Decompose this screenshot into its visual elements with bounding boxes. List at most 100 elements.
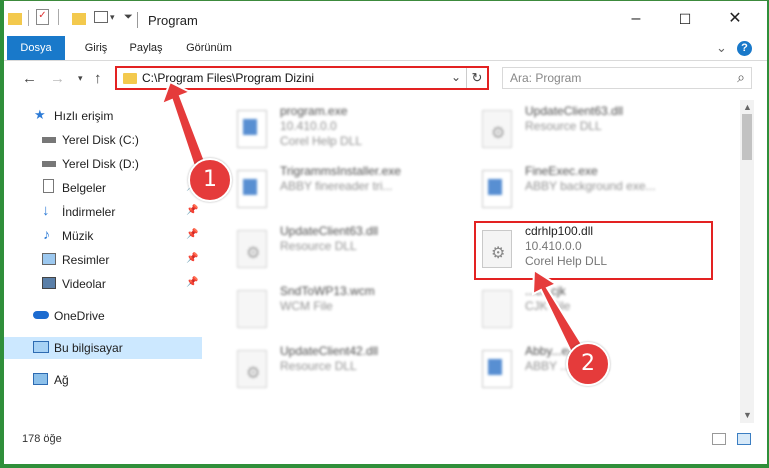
download-icon: ↓ [42,202,50,219]
view-icon[interactable] [94,11,108,23]
chevron-down-icon[interactable]: ▾ [110,12,115,28]
tab-file[interactable]: Dosya [7,36,65,60]
title-bar: ✓ ▾ ⏷ Program – ☐ ✕ [0,0,769,36]
sidebar-item-label: İndirmeler [62,205,116,219]
file-item[interactable]: ...cn.cjk CJK File [470,282,720,342]
help-icon[interactable]: ? [737,41,752,56]
highlight-box [474,221,713,280]
maximize-button[interactable]: ☐ [662,4,708,34]
drive-icon [42,161,56,167]
sidebar-item-onedrive[interactable]: OneDrive [0,305,202,327]
file-name: UpdateClient63.dll [280,224,379,238]
scroll-thumb[interactable] [742,114,752,160]
search-icon[interactable]: ⌕ [737,69,745,86]
properties-icon[interactable]: ✓ [36,9,49,25]
file-detail: CJK File [525,299,571,313]
chevron-down-icon[interactable]: ⌄ [451,70,461,84]
exe-file-icon [237,110,267,148]
file-name: UpdateClient63.dll [525,104,624,118]
file-detail: Resource DLL [280,239,357,253]
file-name: SndToWP13.wcm [280,284,375,298]
drive-icon [42,137,56,143]
sidebar-item-music[interactable]: ♪ Müzik 📌 [0,225,202,247]
file-detail: ABBY background exe... [525,179,656,193]
file-detail: Resource DLL [280,359,357,373]
pictures-icon [42,253,56,265]
divider [137,12,138,28]
step-1-badge: 1 [188,158,232,202]
sidebar-item-label: Ağ [54,373,69,387]
minimize-button[interactable]: – [613,4,659,34]
status-bar: 178 öğe [0,428,769,452]
pin-icon[interactable]: 📌 [186,205,198,216]
tab-view[interactable]: Görünüm [178,36,240,60]
sidebar-item-documents[interactable]: Belgeler 📌 [0,177,202,199]
file-icon [237,290,267,328]
sidebar-item-quick-access[interactable]: ★ Hızlı erişim [0,105,202,127]
close-button[interactable]: ✕ [712,4,758,34]
sidebar-item-label: Yerel Disk (D:) [62,157,139,171]
sidebar-item-pictures[interactable]: Resimler 📌 [0,249,202,271]
search-input[interactable]: Ara: Program ⌕ [502,67,752,89]
folder-icon [123,73,137,84]
documents-icon [43,179,54,193]
sidebar-item-network[interactable]: Ağ [0,369,202,391]
exe-file-icon [482,350,512,388]
customize-icon[interactable]: ⏷ [124,11,133,27]
vertical-scrollbar[interactable]: ▲ ▼ [740,100,754,423]
new-folder-icon[interactable] [72,13,86,25]
sidebar-item-downloads[interactable]: ↓ İndirmeler 📌 [0,201,202,223]
file-item[interactable]: ⚙ UpdateClient63.dll Resource DLL [225,222,475,282]
up-icon[interactable]: ↑ [94,70,102,87]
sidebar-item-videos[interactable]: Videolar 📌 [0,273,202,295]
sidebar-item-label: Müzik [62,229,94,243]
file-item[interactable]: SndToWP13.wcm WCM File [225,282,475,342]
sidebar-item-local-disk-c[interactable]: Yerel Disk (C:) [0,129,202,151]
file-detail: Resource DLL [525,119,602,133]
star-icon: ★ [34,107,46,122]
navigation-pane: ★ Hızlı erişim Yerel Disk (C:) Yerel Dis… [0,100,205,418]
file-item[interactable]: ⚙ UpdateClient42.dll Resource DLL [225,342,475,402]
step-2-badge: 2 [566,342,610,386]
sidebar-item-this-pc[interactable]: Bu bilgisayar [0,337,202,359]
scroll-up-icon[interactable]: ▲ [743,102,752,112]
sidebar-item-local-disk-d[interactable]: Yerel Disk (D:) [0,153,202,175]
file-item[interactable]: ⚙ UpdateClient63.dll Resource DLL [470,102,720,162]
tab-share[interactable]: Paylaş [122,36,170,60]
computer-icon [33,341,49,353]
file-name: FineExec.exe [525,164,598,178]
file-item[interactable]: FineExec.exe ABBY background exe... [470,162,720,222]
file-detail: WCM File [280,299,333,313]
address-bar[interactable]: C:\Program Files\Program Dizini ⌄ ↻ [115,66,489,90]
large-icons-view-icon[interactable] [737,433,751,445]
sidebar-item-label: Bu bilgisayar [54,341,123,355]
details-view-icon[interactable] [712,433,726,445]
exe-file-icon [237,170,267,208]
scroll-down-icon[interactable]: ▼ [743,410,752,420]
file-name: UpdateClient42.dll [280,344,379,358]
expand-ribbon-icon[interactable]: ⌄ [716,40,727,56]
back-icon[interactable]: ← [22,70,37,87]
dll-file-icon: ⚙ [237,230,267,268]
file-detail: Corel Help DLL [280,134,363,148]
tab-home[interactable]: Giriş [74,36,118,60]
cloud-icon [33,311,49,319]
sidebar-item-label: Yerel Disk (C:) [62,133,139,147]
pin-icon[interactable]: 📌 [186,229,198,240]
divider [28,10,29,26]
file-name: program.exe [280,104,348,118]
forward-icon[interactable]: → [50,70,65,87]
sidebar-item-label: Hızlı erişim [54,109,114,123]
sidebar-item-label: Belgeler [62,181,107,195]
address-path[interactable]: C:\Program Files\Program Dizini [142,71,314,85]
pin-icon[interactable]: 📌 [186,277,198,288]
file-item[interactable]: TrigrammsInstaller.exe ABBY finereader tr… [225,162,475,222]
dll-file-icon: ⚙ [237,350,267,388]
divider [58,9,59,25]
pin-icon[interactable]: 📌 [186,253,198,264]
recent-locations-icon[interactable]: ▾ [78,73,83,84]
network-icon [33,373,48,385]
videos-icon [42,277,56,289]
refresh-icon[interactable]: ↻ [466,68,487,88]
file-item[interactable]: program.exe 10.410.0.0 Corel Help DLL [225,102,475,162]
